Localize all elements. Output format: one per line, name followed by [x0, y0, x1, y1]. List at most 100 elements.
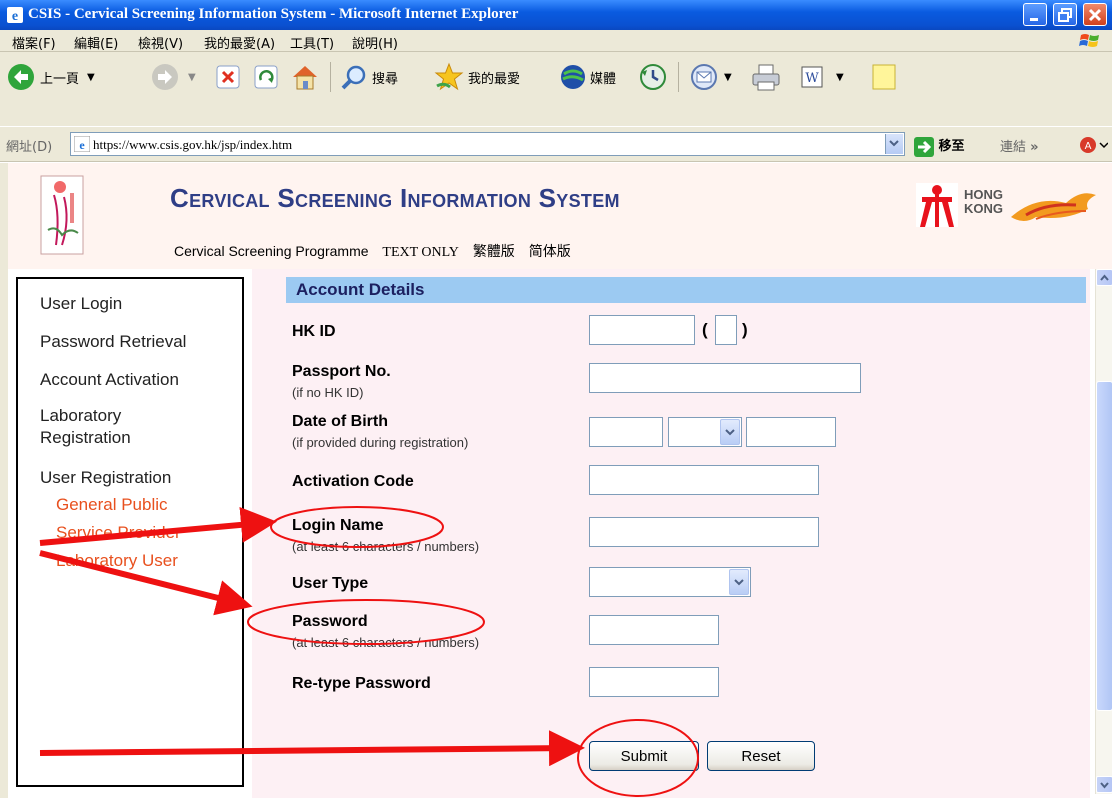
- chevron-up-icon: [1100, 274, 1109, 281]
- menu-help[interactable]: 說明(H): [352, 33, 398, 52]
- refresh-button[interactable]: [253, 60, 279, 94]
- menu-bar: 檔案(F) 編輯(E) 檢視(V) 我的最愛(A) 工具(T) 說明(H): [0, 30, 1112, 52]
- passport-note: (if no HK ID): [292, 385, 364, 400]
- toolbar-separator: [678, 62, 679, 92]
- media-button[interactable]: 媒體: [558, 60, 616, 94]
- search-icon: [341, 65, 366, 90]
- home-icon: [293, 66, 317, 90]
- password-input[interactable]: [589, 615, 719, 645]
- print-button[interactable]: [750, 60, 782, 94]
- close-button[interactable]: [1083, 3, 1107, 26]
- ie-icon: e: [7, 7, 23, 24]
- section-header: Account Details: [286, 277, 1086, 303]
- left-navigation: User Login Password Retrieval Account Ac…: [16, 277, 244, 787]
- search-button[interactable]: 搜尋: [340, 60, 398, 94]
- nav-service-provider[interactable]: Service Provider: [56, 523, 181, 543]
- favorites-star-icon: [434, 62, 464, 91]
- stop-icon: [216, 65, 240, 89]
- passport-input[interactable]: [589, 363, 861, 393]
- translate-icon[interactable]: A: [1078, 134, 1108, 156]
- nav-user-login[interactable]: User Login: [40, 293, 122, 315]
- menu-edit[interactable]: 編輯(E): [74, 33, 118, 52]
- menu-file[interactable]: 檔案(F): [12, 33, 56, 52]
- svg-text:A: A: [1085, 141, 1092, 152]
- favorites-button[interactable]: 我的最愛: [434, 60, 520, 94]
- hkid-check-digit-input[interactable]: [715, 315, 737, 345]
- menu-tools[interactable]: 工具(T): [290, 33, 334, 52]
- edit-word-button[interactable]: W ▼: [800, 60, 844, 94]
- address-label: 網址(D): [6, 140, 53, 155]
- chevron-down-icon: [889, 140, 899, 147]
- vertical-scrollbar[interactable]: [1095, 269, 1112, 794]
- history-icon: [640, 64, 666, 90]
- address-field[interactable]: e https://www.csis.gov.hk/jsp/index.htm: [70, 132, 905, 156]
- user-type-label: User Type: [292, 575, 369, 592]
- scroll-thumb[interactable]: [1096, 381, 1112, 711]
- dob-note: (if provided during registration): [292, 435, 469, 450]
- chevron-down-icon: [720, 419, 740, 445]
- menu-view[interactable]: 檢視(V): [138, 33, 183, 52]
- scroll-down-button[interactable]: [1096, 776, 1112, 793]
- window-title: CSIS - Cervical Screening Information Sy…: [28, 6, 519, 22]
- edit-dropdown-icon[interactable]: ▼: [836, 72, 844, 83]
- scroll-up-button[interactable]: [1096, 269, 1112, 286]
- address-dropdown-button[interactable]: [885, 134, 903, 154]
- forward-dropdown-icon[interactable]: ▼: [188, 72, 196, 83]
- nav-account-activation[interactable]: Account Activation: [40, 369, 179, 391]
- hkid-label: HK ID: [292, 323, 336, 340]
- browser-viewport: Cervical Screening Information System HO…: [0, 163, 1112, 798]
- go-button[interactable]: 移至: [914, 135, 965, 157]
- paren-open: (: [702, 320, 708, 339]
- go-label: 移至: [938, 139, 965, 154]
- retype-password-input[interactable]: [589, 667, 719, 697]
- restore-button[interactable]: [1053, 3, 1077, 26]
- activation-code-input[interactable]: [589, 465, 819, 495]
- chevron-down-icon: [729, 569, 749, 595]
- mail-button[interactable]: ▼: [690, 60, 732, 94]
- nav-user-registration[interactable]: User Registration: [40, 467, 171, 489]
- traditional-chinese-link[interactable]: 繁體版: [473, 244, 515, 260]
- svg-text:e: e: [12, 9, 18, 24]
- mail-dropdown-icon[interactable]: ▼: [724, 72, 732, 83]
- paren-close: ): [742, 320, 748, 339]
- text-only-link[interactable]: TEXT ONLY: [382, 245, 459, 260]
- submit-button[interactable]: Submit: [589, 741, 699, 771]
- simplified-chinese-link[interactable]: 简体版: [529, 244, 571, 260]
- user-type-select[interactable]: [589, 567, 751, 597]
- back-dropdown-icon[interactable]: ▼: [87, 72, 95, 83]
- hkid-input[interactable]: [589, 315, 695, 345]
- discuss-button[interactable]: [870, 60, 898, 94]
- dob-year-input[interactable]: [746, 417, 836, 447]
- back-button[interactable]: 上一頁 ▼: [6, 60, 95, 94]
- retype-password-label: Re-type Password: [292, 675, 431, 692]
- nav-laboratory-user[interactable]: Laboratory User: [56, 551, 178, 571]
- stop-button[interactable]: [215, 60, 241, 94]
- forward-button[interactable]: ▼: [150, 60, 196, 94]
- history-button[interactable]: [638, 60, 668, 94]
- programme-link[interactable]: Cervical Screening Programme: [174, 243, 369, 259]
- search-label: 搜尋: [372, 71, 399, 87]
- minimize-icon: [1030, 18, 1038, 21]
- dob-month-select[interactable]: [668, 417, 742, 447]
- nav-laboratory-registration[interactable]: Laboratory Registration: [40, 405, 160, 449]
- svg-text:e: e: [79, 138, 85, 152]
- windows-logo-icon: [1079, 34, 1099, 47]
- home-button[interactable]: [290, 60, 320, 94]
- minimize-button[interactable]: [1023, 3, 1047, 26]
- url-text: https://www.csis.gov.hk/jsp/index.htm: [93, 137, 293, 152]
- web-page: Cervical Screening Information System HO…: [8, 163, 1112, 798]
- back-label: 上一頁: [40, 71, 80, 87]
- hk-logo-hong: HONG: [964, 187, 1003, 202]
- reset-button[interactable]: Reset: [707, 741, 815, 771]
- nav-general-public[interactable]: General Public: [56, 495, 168, 515]
- menu-favorites[interactable]: 我的最愛(A): [204, 33, 275, 52]
- hk-logo-kong: KONG: [964, 201, 1003, 216]
- chevron-down-icon: [1100, 782, 1109, 789]
- login-name-note: (at least 6 characters / numbers): [292, 539, 480, 554]
- login-name-input[interactable]: [589, 517, 819, 547]
- links-toolbar[interactable]: 連結 »: [1000, 136, 1039, 155]
- refresh-icon: [254, 65, 278, 89]
- account-form: Account Details HK ID ( ) Passport No. (…: [252, 269, 1090, 798]
- dob-day-input[interactable]: [589, 417, 663, 447]
- nav-password-retrieval[interactable]: Password Retrieval: [40, 331, 186, 353]
